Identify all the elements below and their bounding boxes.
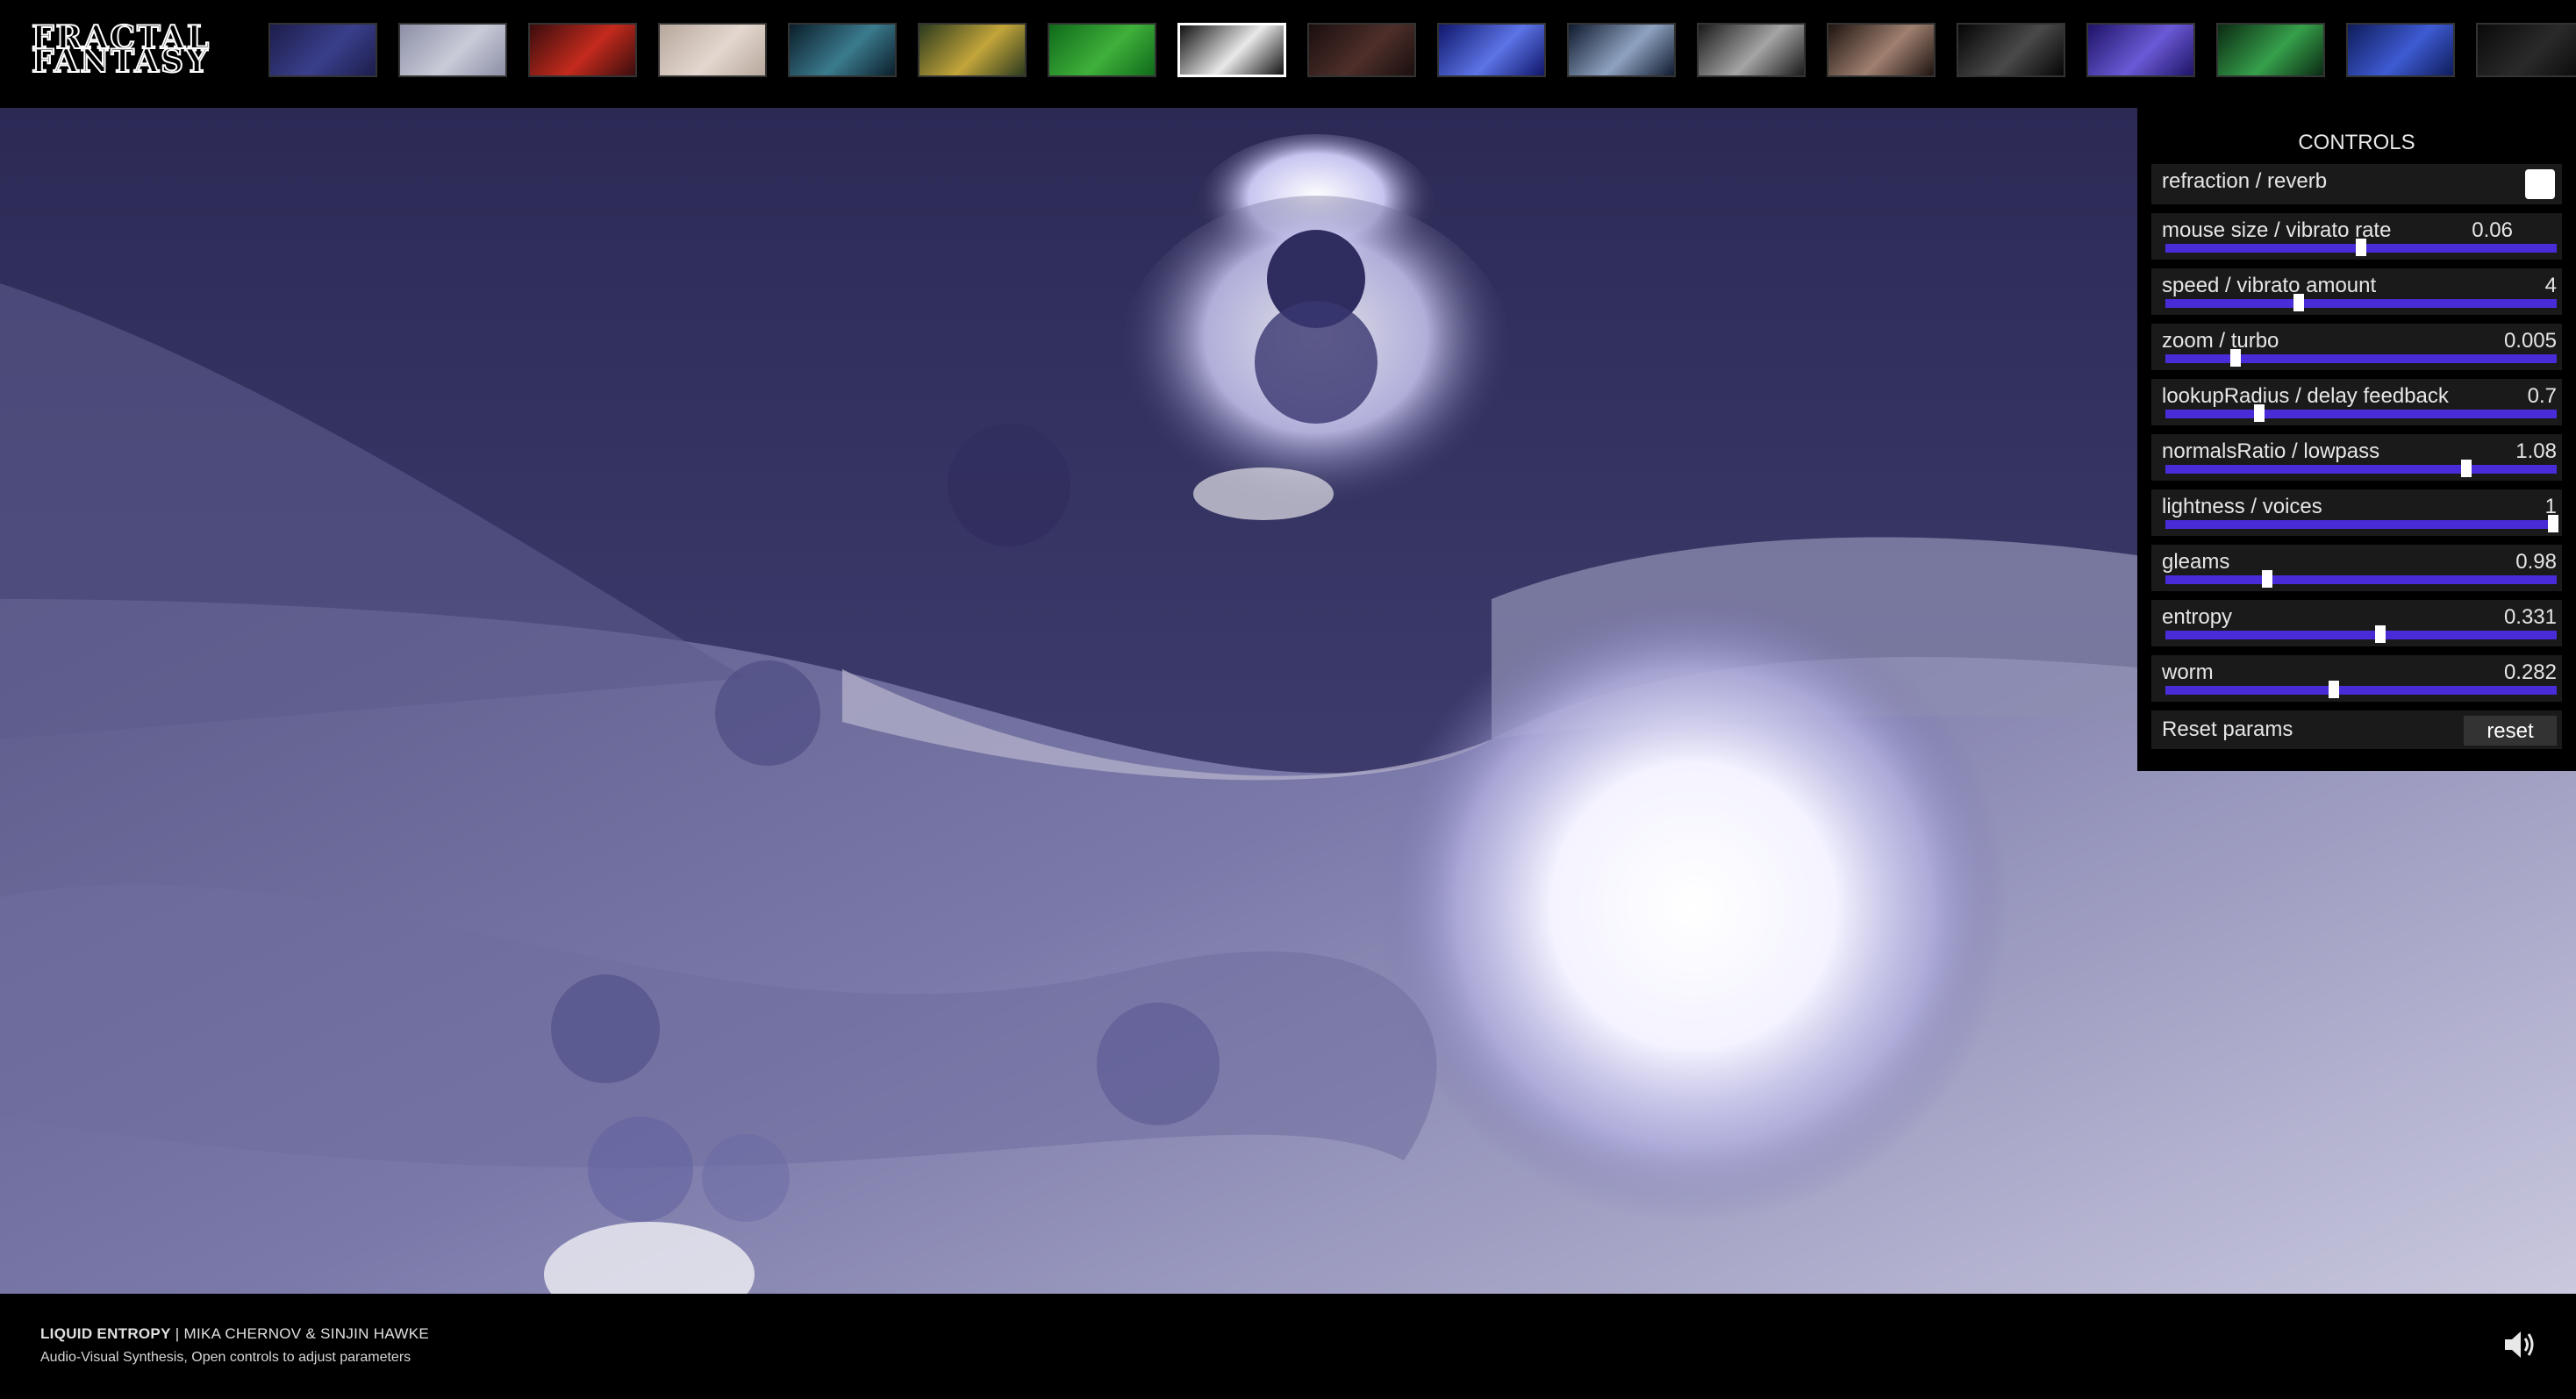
controls-title[interactable]: CONTROLS bbox=[2151, 118, 2562, 157]
slider-track[interactable] bbox=[2165, 404, 2557, 422]
slider-value[interactable]: 0.331 bbox=[2504, 605, 2557, 630]
top-bar: FRACTAL FANTASY bbox=[0, 0, 2576, 108]
slider-label: speed / vibrato amount bbox=[2162, 274, 2377, 297]
thumbnail-2[interactable] bbox=[398, 23, 507, 77]
footer: LIQUID ENTROPY | MIKA CHERNOV & SINJIN H… bbox=[0, 1294, 2576, 1399]
speaker-volume-icon[interactable] bbox=[2502, 1327, 2539, 1362]
controls-panel: CONTROLS refraction / reverb mouse size … bbox=[2137, 108, 2576, 771]
piece-subtitle: Audio-Visual Synthesis, Open controls to… bbox=[40, 1350, 411, 1365]
slider-label: entropy bbox=[2162, 605, 2233, 629]
thumbnail-18[interactable] bbox=[2476, 23, 2576, 77]
slider-track[interactable] bbox=[2165, 349, 2557, 367]
slider-handle[interactable] bbox=[2293, 294, 2304, 311]
thumbnail-16[interactable] bbox=[2216, 23, 2325, 77]
slider-track[interactable] bbox=[2165, 239, 2557, 256]
slider-row: entropy 0.331 bbox=[2151, 600, 2562, 646]
piece-authors: MIKA CHERNOV & SINJIN HAWKE bbox=[183, 1325, 429, 1342]
slider-track[interactable] bbox=[2165, 570, 2557, 588]
site-logo[interactable]: FRACTAL FANTASY bbox=[31, 21, 232, 80]
thumbnail-1[interactable] bbox=[268, 23, 377, 77]
slider-row: lightness / voices 1 bbox=[2151, 489, 2562, 536]
slider-handle[interactable] bbox=[2375, 625, 2386, 643]
slider-handle[interactable] bbox=[2356, 239, 2366, 256]
credit-separator: | bbox=[170, 1325, 184, 1342]
thumbnail-8[interactable] bbox=[1177, 23, 1286, 77]
thumbnail-15[interactable] bbox=[2086, 23, 2195, 77]
slider-track[interactable] bbox=[2165, 515, 2558, 532]
credit-line: LIQUID ENTROPY | MIKA CHERNOV & SINJIN H… bbox=[40, 1325, 429, 1343]
slider-value[interactable]: 1.08 bbox=[2515, 439, 2557, 464]
slider-handle[interactable] bbox=[2547, 515, 2558, 532]
slider-handle[interactable] bbox=[2328, 681, 2339, 698]
slider-label: lookupRadius / delay feedback bbox=[2162, 384, 2449, 408]
slider-row: mouse size / vibrato rate 0.06 bbox=[2151, 213, 2562, 260]
slider-label: gleams bbox=[2162, 550, 2230, 574]
slider-value[interactable]: 0.282 bbox=[2504, 660, 2557, 685]
slider-label: worm bbox=[2162, 660, 2214, 684]
slider-handle[interactable] bbox=[2230, 349, 2242, 367]
slider-handle[interactable] bbox=[2254, 404, 2265, 422]
slider-handle[interactable] bbox=[2261, 570, 2272, 588]
slider-label: lightness / voices bbox=[2162, 495, 2322, 518]
slider-track[interactable] bbox=[2165, 681, 2557, 698]
slider-value[interactable]: 0.98 bbox=[2515, 550, 2557, 575]
logo-line-2: FANTASY bbox=[31, 43, 210, 80]
slider-label: normalsRatio / lowpass bbox=[2162, 439, 2380, 463]
slider-track[interactable] bbox=[2165, 460, 2557, 477]
reset-button[interactable]: reset bbox=[2464, 716, 2557, 746]
slider-value[interactable]: 4 bbox=[2545, 274, 2557, 298]
thumbnail-17[interactable] bbox=[2346, 23, 2455, 77]
slider-track[interactable] bbox=[2165, 625, 2557, 643]
thumbnail-5[interactable] bbox=[788, 23, 897, 77]
slider-row: worm 0.282 bbox=[2151, 655, 2562, 702]
thumbnail-13[interactable] bbox=[1827, 23, 1936, 77]
thumbnail-strip bbox=[268, 23, 2576, 81]
slider-row: lookupRadius / delay feedback 0.7 bbox=[2151, 379, 2562, 425]
thumbnail-6[interactable] bbox=[918, 23, 1027, 77]
thumbnail-12[interactable] bbox=[1697, 23, 1806, 77]
thumbnail-9[interactable] bbox=[1307, 23, 1416, 77]
thumbnail-14[interactable] bbox=[1957, 23, 2065, 77]
slider-value[interactable]: 0.005 bbox=[2504, 329, 2557, 353]
slider-row: zoom / turbo 0.005 bbox=[2151, 324, 2562, 370]
slider-track[interactable] bbox=[2165, 294, 2557, 311]
slider-row: gleams 0.98 bbox=[2151, 545, 2562, 591]
slider-row: speed / vibrato amount 4 bbox=[2151, 268, 2562, 315]
refraction-reverb-toggle-row: refraction / reverb bbox=[2151, 164, 2562, 204]
slider-value[interactable]: 0.7 bbox=[2528, 384, 2557, 409]
thumbnail-10[interactable] bbox=[1437, 23, 1546, 77]
thumbnail-7[interactable] bbox=[1048, 23, 1156, 77]
reset-params-row: Reset params reset bbox=[2151, 710, 2562, 749]
thumbnail-3[interactable] bbox=[528, 23, 637, 77]
refraction-reverb-label: refraction / reverb bbox=[2162, 169, 2328, 193]
reset-params-label: Reset params bbox=[2162, 717, 2293, 741]
slider-handle[interactable] bbox=[2461, 460, 2472, 477]
piece-title: LIQUID ENTROPY bbox=[40, 1325, 171, 1342]
slider-row: normalsRatio / lowpass 1.08 bbox=[2151, 434, 2562, 481]
thumbnail-4[interactable] bbox=[658, 23, 767, 77]
slider-value[interactable]: 0.06 bbox=[2472, 218, 2513, 243]
refraction-reverb-checkbox[interactable] bbox=[2525, 169, 2555, 199]
slider-label: zoom / turbo bbox=[2162, 329, 2279, 353]
thumbnail-11[interactable] bbox=[1567, 23, 1676, 77]
